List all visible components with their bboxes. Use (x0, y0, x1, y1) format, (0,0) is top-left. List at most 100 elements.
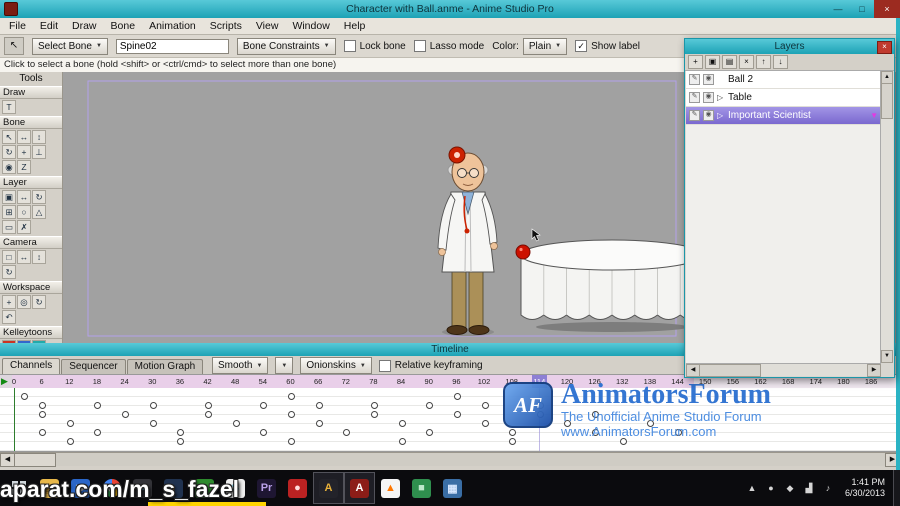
keyframe-dot[interactable] (260, 402, 268, 409)
scroll-left-icon[interactable]: ◀ (0, 453, 15, 467)
keyframe-dot[interactable] (39, 429, 47, 436)
keyframe-dot[interactable] (453, 411, 461, 418)
menu-item-help[interactable]: Help (337, 20, 373, 32)
layer-selector-tool-icon[interactable]: ▭ (2, 220, 16, 234)
keyframe-dot[interactable] (315, 420, 323, 427)
keyframe-dot[interactable] (453, 393, 461, 400)
select-bone-dropdown[interactable]: Select Bone ▼ (32, 37, 108, 55)
layers-hscroll-thumb[interactable] (699, 364, 761, 377)
offset-bone-tool-icon[interactable]: Z (17, 160, 31, 174)
keyframe-dot[interactable] (66, 438, 74, 445)
bone-strength-tool-icon[interactable]: ◉ (2, 160, 16, 174)
keyframe-dot[interactable] (149, 402, 157, 409)
layer-visibility-icon[interactable]: ◉ (703, 92, 714, 103)
keyframe-dot[interactable] (205, 402, 213, 409)
playhead-line[interactable] (14, 388, 15, 451)
keyframe-dot[interactable] (20, 393, 28, 400)
layers-title-bar[interactable]: Layers × (685, 39, 894, 54)
keyframe-dot[interactable] (287, 438, 295, 445)
rotate-layer-tool-icon[interactable]: ↻ (32, 190, 46, 204)
tab-channels[interactable]: Channels (2, 358, 61, 374)
zoom-workspace-tool-icon[interactable]: ◎ (17, 295, 31, 309)
keyframe-dot[interactable] (509, 438, 517, 445)
layers-scroll-thumb[interactable] (881, 83, 893, 119)
play-icon[interactable]: ▶ (1, 376, 8, 387)
reparent-bone-tool-icon[interactable]: ⊥ (32, 145, 46, 159)
new-group-icon[interactable]: ▣ (705, 55, 720, 69)
tray-app-2-icon[interactable]: ◆ (783, 483, 797, 494)
delete-layer-icon[interactable]: × (739, 55, 754, 69)
layer-row-ball-2[interactable]: ✎ ◉ Ball 2 (686, 71, 881, 89)
text-tool-icon[interactable]: T (2, 100, 16, 114)
layer-visibility-icon[interactable]: ◉ (703, 110, 714, 121)
bone-constraints-dropdown[interactable]: Bone Constraints ▼ (236, 37, 336, 55)
timeline-scrollbar[interactable]: ◀ ▶ (0, 452, 900, 467)
keyframe-dot[interactable] (398, 438, 406, 445)
taskbar-clock[interactable]: 1:41 PM 6/30/2013 (845, 477, 885, 499)
menu-item-draw[interactable]: Draw (65, 20, 104, 32)
keyframe-dot[interactable] (370, 411, 378, 418)
shear-layer-tool-icon[interactable]: ⊞ (2, 205, 16, 219)
close-button[interactable]: × (874, 0, 900, 18)
select-bone-tool-icon[interactable]: ↖ (2, 130, 16, 144)
keyframe-dot[interactable] (481, 402, 489, 409)
mini-dropdown[interactable]: ▼ (275, 357, 294, 374)
menu-item-edit[interactable]: Edit (33, 20, 65, 32)
network-icon[interactable]: ▟ (802, 483, 816, 494)
keyframe-dot[interactable] (426, 402, 434, 409)
keyframe-dot[interactable] (370, 402, 378, 409)
show-desktop-button[interactable] (893, 470, 900, 506)
delete-edge-tool-icon[interactable]: ✗ (17, 220, 31, 234)
layer-options-icon[interactable]: ▼ (870, 111, 878, 120)
keyframe-dot[interactable] (287, 411, 295, 418)
move-layer-down-icon[interactable]: ↓ (773, 55, 788, 69)
pan-workspace-tool-icon[interactable]: + (2, 295, 16, 309)
keyframe-dot[interactable] (122, 411, 130, 418)
maximize-button[interactable]: □ (850, 0, 874, 18)
taskbar-icon-image-viewer[interactable]: ▦ (437, 472, 468, 504)
keyframe-dot[interactable] (94, 402, 102, 409)
expand-triangle-icon[interactable]: ▷ (717, 111, 725, 120)
keyframe-dot[interactable] (177, 429, 185, 436)
layer-row-important-scientist[interactable]: ✎ ◉ ▷ Important Scientist ▼ (686, 107, 881, 125)
tray-app-1-icon[interactable]: ● (764, 483, 778, 493)
track-camera-tool-icon[interactable]: □ (2, 250, 16, 264)
taskbar-icon-audacity[interactable]: A (313, 472, 344, 504)
keyframe-dot[interactable] (39, 402, 47, 409)
tray-expand-icon[interactable]: ▲ (745, 483, 759, 493)
keyframe-dot[interactable] (260, 429, 268, 436)
add-bone-tool-icon[interactable]: + (17, 145, 31, 159)
minimize-button[interactable]: — (826, 0, 850, 18)
keyframe-dot[interactable] (287, 393, 295, 400)
taskbar-icon-vlc[interactable]: ▲ (375, 472, 406, 504)
keyframe-dot[interactable] (149, 420, 157, 427)
keyframe-dot[interactable] (232, 420, 240, 427)
pan-tilt-camera-tool-icon[interactable]: ↔ (17, 250, 31, 264)
taskbar-icon-app-red[interactable]: ● (282, 472, 313, 504)
taskbar-icon-photos[interactable]: ■ (406, 472, 437, 504)
menu-item-file[interactable]: File (2, 20, 33, 32)
scroll-right-icon[interactable]: ▶ (867, 364, 881, 377)
keyframe-dot[interactable] (94, 429, 102, 436)
taskbar-icon-premiere[interactable]: Pr (251, 472, 282, 504)
new-layer-icon[interactable]: + (688, 55, 703, 69)
scroll-down-icon[interactable]: ▼ (881, 350, 893, 363)
menu-item-bone[interactable]: Bone (104, 20, 143, 32)
keyframe-dot[interactable] (315, 402, 323, 409)
layers-close-icon[interactable]: × (877, 41, 892, 54)
lasso-mode-checkbox[interactable] (413, 40, 426, 52)
zoom-camera-tool-icon[interactable]: ↻ (2, 265, 16, 279)
keyframe-dot[interactable] (619, 438, 627, 445)
scale-bone-tool-icon[interactable]: ↕ (32, 130, 46, 144)
menu-item-scripts[interactable]: Scripts (203, 20, 249, 32)
orbit-workspace-tool-icon[interactable]: ↶ (2, 310, 16, 324)
translate-layer-tool-icon[interactable]: ▣ (2, 190, 16, 204)
menu-item-window[interactable]: Window (285, 20, 336, 32)
keyframe-dot[interactable] (343, 429, 351, 436)
relative-keyframing-checkbox[interactable] (378, 359, 391, 372)
rotate-bone-tool-icon[interactable]: ↻ (2, 145, 16, 159)
layer-edit-icon[interactable]: ✎ (689, 74, 700, 85)
keyframe-dot[interactable] (481, 420, 489, 427)
layers-vertical-scrollbar[interactable]: ▲ ▼ (880, 71, 893, 363)
roll-camera-tool-icon[interactable]: ↕ (32, 250, 46, 264)
